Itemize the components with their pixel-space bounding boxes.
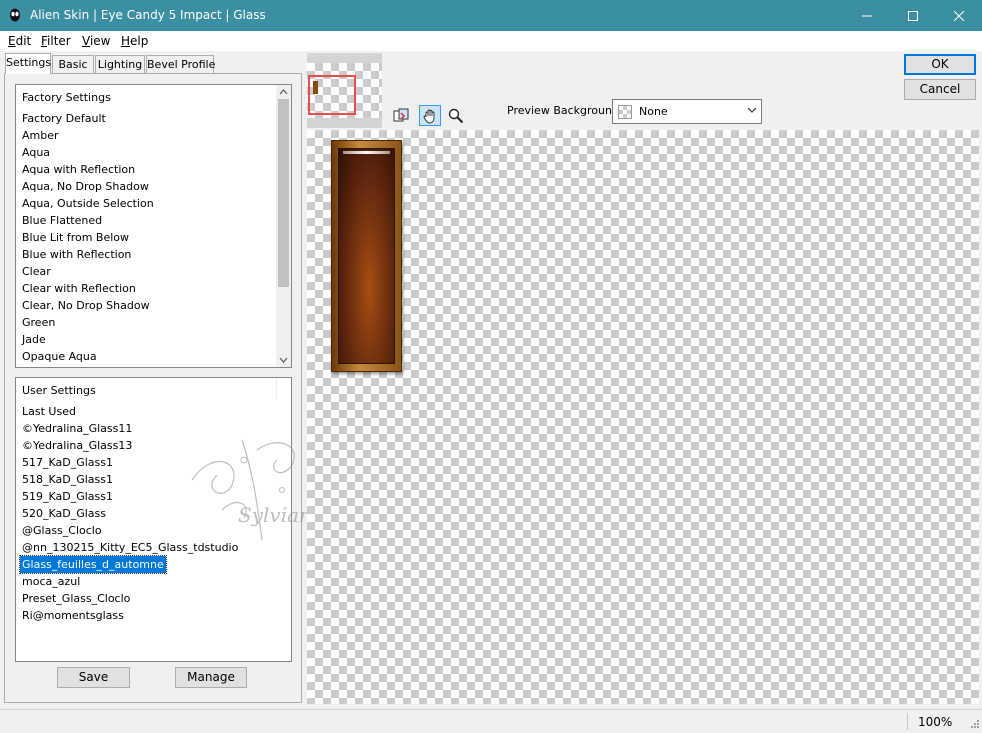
list-item[interactable]: 517_KaD_Glass1 bbox=[22, 454, 113, 471]
cancel-button[interactable]: Cancel bbox=[904, 79, 976, 100]
user-settings-header: User Settings bbox=[22, 384, 96, 397]
zoom-level: 100% bbox=[918, 715, 953, 729]
list-item[interactable]: Jade bbox=[22, 331, 46, 348]
background-swatch bbox=[618, 105, 632, 119]
list-item[interactable]: Clear with Reflection bbox=[22, 280, 136, 297]
list-item[interactable]: Blue Lit from Below bbox=[22, 229, 129, 246]
preview-background-select[interactable]: None bbox=[612, 99, 762, 124]
navigator-canvas bbox=[307, 63, 382, 118]
maximize-icon bbox=[908, 10, 918, 21]
navigator-object bbox=[313, 81, 318, 94]
menu-filter[interactable]: Filter bbox=[41, 34, 71, 48]
toggle-preview-icon bbox=[393, 108, 409, 121]
title-bar: Alien Skin | Eye Candy 5 Impact | Glass bbox=[0, 0, 982, 31]
preview-background-label: Preview Background: bbox=[507, 104, 623, 117]
toggle-preview-button[interactable] bbox=[390, 105, 412, 126]
chevron-down-icon bbox=[747, 107, 757, 113]
minimize-icon bbox=[862, 15, 872, 16]
list-item[interactable]: Blue with Reflection bbox=[22, 246, 131, 263]
resize-grip-icon[interactable] bbox=[968, 719, 980, 731]
chevron-up-icon bbox=[279, 89, 288, 95]
list-item[interactable]: ©Yedralina_Glass11 bbox=[22, 420, 132, 437]
close-icon bbox=[954, 10, 964, 21]
list-item-selected[interactable]: Glass_feuilles_d_automne bbox=[19, 555, 167, 574]
list-item[interactable]: Preset_Glass_Cloclo bbox=[22, 590, 130, 607]
factory-settings-header: Factory Settings bbox=[22, 91, 111, 104]
tab-basic[interactable]: Basic bbox=[52, 55, 94, 73]
window-title: Alien Skin | Eye Candy 5 Impact | Glass bbox=[30, 8, 266, 22]
list-item[interactable]: 520_KaD_Glass bbox=[22, 505, 106, 522]
list-item[interactable]: ©Yedralina_Glass13 bbox=[22, 437, 132, 454]
menu-help[interactable]: Help bbox=[121, 34, 148, 48]
factory-list-scrollbar[interactable] bbox=[276, 85, 291, 367]
list-item[interactable]: 519_KaD_Glass1 bbox=[22, 488, 113, 505]
navigator-thumbnail[interactable] bbox=[307, 53, 382, 128]
zoom-icon bbox=[448, 108, 464, 123]
hand-icon bbox=[423, 109, 435, 123]
navigator-view-rect[interactable] bbox=[308, 75, 356, 115]
list-item[interactable]: moca_azul bbox=[22, 573, 80, 590]
tab-settings[interactable]: Settings bbox=[5, 53, 51, 74]
list-item[interactable]: Opaque Aqua bbox=[22, 348, 97, 365]
preview-background-value: None bbox=[639, 105, 668, 118]
list-item[interactable]: Factory Default bbox=[22, 110, 106, 127]
hand-tool-button[interactable] bbox=[419, 105, 441, 126]
list-item[interactable]: Aqua with Reflection bbox=[22, 161, 135, 178]
status-separator bbox=[907, 713, 908, 730]
alien-skin-app-icon bbox=[10, 8, 20, 22]
list-item[interactable]: 518_KaD_Glass1 bbox=[22, 471, 113, 488]
chevron-down-icon bbox=[279, 357, 288, 363]
preview-canvas[interactable] bbox=[307, 130, 979, 704]
glass-panel bbox=[338, 148, 395, 364]
list-item[interactable]: Clear, No Drop Shadow bbox=[22, 297, 150, 314]
tab-lighting[interactable]: Lighting bbox=[95, 55, 145, 73]
list-item[interactable]: Amber bbox=[22, 127, 59, 144]
menu-edit[interactable]: Edit bbox=[8, 34, 31, 48]
scroll-down-arrow[interactable] bbox=[276, 353, 291, 367]
manage-button[interactable]: Manage bbox=[175, 667, 247, 688]
ok-button[interactable]: OK bbox=[904, 54, 976, 75]
close-button[interactable] bbox=[936, 0, 982, 31]
list-item[interactable]: Aqua, Outside Selection bbox=[22, 195, 154, 212]
menu-view[interactable]: View bbox=[82, 34, 110, 48]
menu-bar: Edit Filter View Help bbox=[0, 31, 982, 51]
list-item[interactable]: Blue Flattened bbox=[22, 212, 102, 229]
glass-highlight bbox=[343, 151, 390, 154]
list-item[interactable]: Aqua, No Drop Shadow bbox=[22, 178, 149, 195]
list-item[interactable]: Clear bbox=[22, 263, 51, 280]
status-bar: 100% bbox=[0, 709, 982, 733]
list-item[interactable]: Last Used bbox=[22, 403, 76, 420]
tab-bevel-profile[interactable]: Bevel Profile bbox=[146, 55, 215, 73]
scroll-thumb[interactable] bbox=[278, 99, 289, 287]
list-item[interactable]: @Glass_Cloclo bbox=[22, 522, 102, 539]
list-item[interactable]: Ri@momentsglass bbox=[22, 607, 124, 624]
minimize-button[interactable] bbox=[844, 0, 890, 31]
factory-settings-list[interactable]: Factory Settings Factory Default Amber A… bbox=[15, 84, 292, 368]
zoom-tool-button[interactable] bbox=[445, 105, 467, 126]
scroll-up-arrow[interactable] bbox=[276, 85, 291, 99]
preview-glass-frame-image bbox=[331, 140, 402, 372]
user-list-scroll-area bbox=[276, 378, 291, 400]
list-item[interactable]: Aqua bbox=[22, 144, 50, 161]
save-button[interactable]: Save bbox=[57, 667, 130, 688]
list-item[interactable]: Green bbox=[22, 314, 55, 331]
maximize-button[interactable] bbox=[890, 0, 936, 31]
